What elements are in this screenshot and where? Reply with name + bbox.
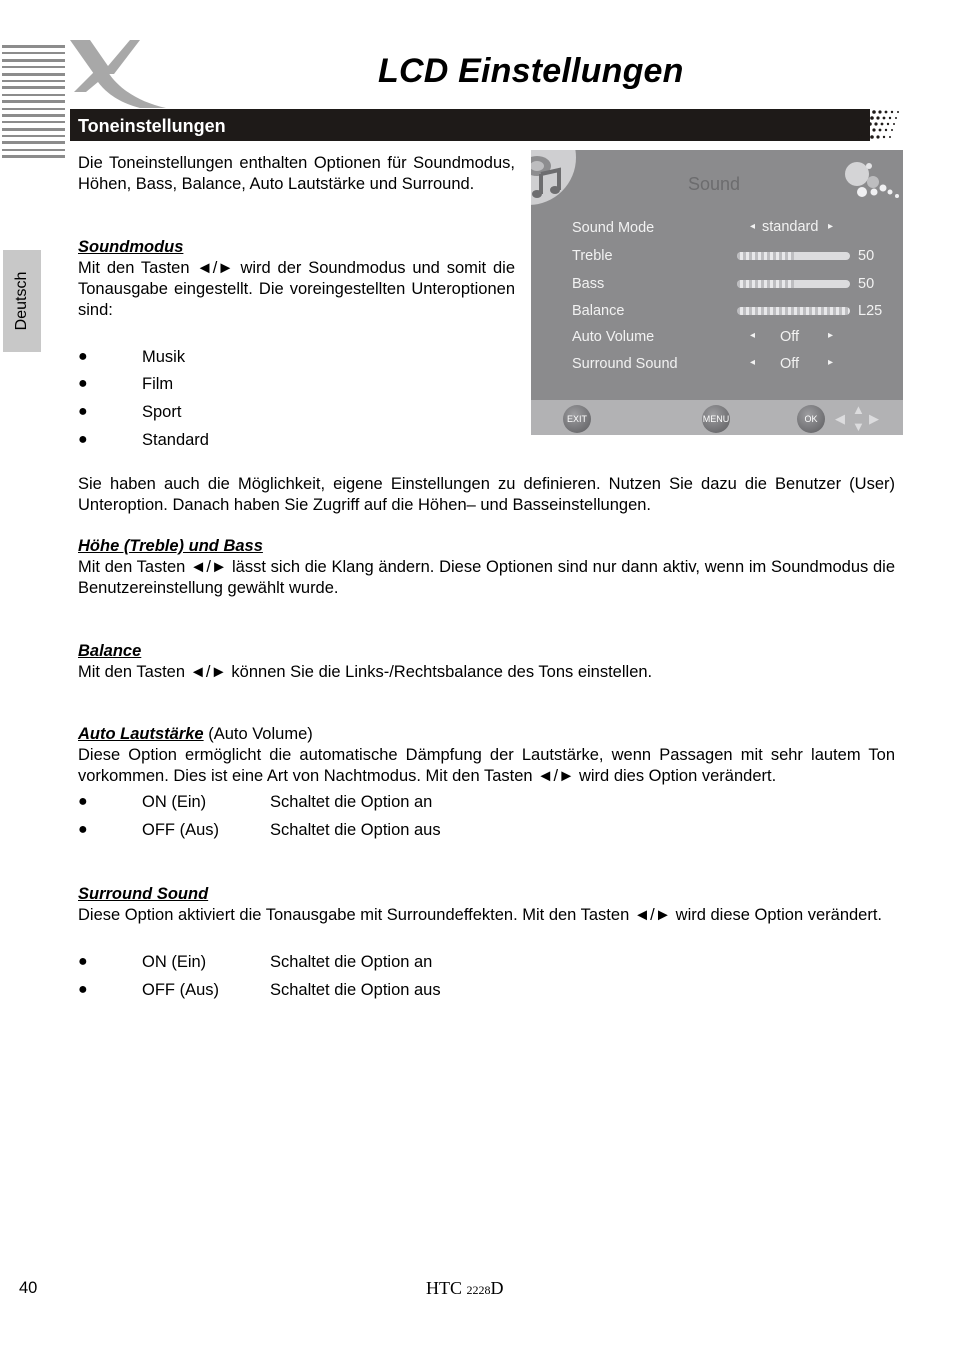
bullet-icon: ● [78, 793, 88, 810]
balance-section: Balance Mit den Tasten ◄/► können Sie di… [78, 641, 895, 683]
osd-row-treble: Treble 50 [572, 248, 875, 264]
osd-row-sound-mode: Sound Mode ◂ standard ▸ [572, 219, 834, 236]
arrow-right-icon: ▸ [828, 221, 834, 232]
balance-text: Mit den Tasten ◄/► können Sie die Links-… [78, 663, 653, 681]
bullet-icon: ● [78, 375, 88, 392]
bullet-icon: ● [78, 403, 88, 420]
language-tab: Deutsch [3, 250, 41, 352]
auto-volume-heading-suffix: (Auto Volume) [203, 725, 313, 743]
treble-bass-section: Höhe (Treble) und Bass Mit den Tasten ◄/… [78, 536, 895, 599]
section-title: Toneinstellungen [78, 116, 226, 136]
arrow-left-icon: ◂ [750, 357, 756, 368]
bass-slider [737, 280, 850, 288]
treble-bass-text: Mit den Tasten ◄/► lässt sich die Klang … [78, 558, 895, 597]
auto-volume-heading: Auto Lautstärke [78, 725, 204, 743]
page-number: 40 [19, 1279, 38, 1297]
page-title: LCD Einstellungen [378, 52, 684, 90]
bullet-icon: ● [78, 431, 88, 448]
treble-slider [737, 252, 850, 260]
language-tab-label: Deutsch [13, 271, 30, 331]
sound-menu-screenshot: Sound Sound Mode ◂ standard ▸ Treble 50 … [531, 150, 903, 435]
auto-volume-text: Diese Option ermöglicht die automatische… [78, 746, 895, 785]
auto-volume-section: Auto Lautstärke (Auto Volume) Diese Opti… [78, 724, 895, 787]
arrow-left-icon: ◂ [750, 330, 756, 341]
osd-row-balance: Balance L25 [572, 303, 883, 319]
surround-text: Diese Option aktiviert die Tonausgabe mi… [78, 906, 883, 924]
user-settings-paragraph: Sie haben auch die Möglichkeit, eigene E… [78, 475, 895, 514]
surround-section: Surround Sound Diese Option aktiviert di… [78, 884, 895, 926]
ok-button-icon: OK [797, 405, 825, 433]
menu-button-icon: MENU [702, 405, 730, 433]
model-name: HTC 2228D [426, 1278, 504, 1298]
exit-button-icon: EXIT [563, 405, 591, 433]
intro-paragraph: Die Toneinstellungen enthalten Optionen … [78, 154, 515, 193]
soundmodus-section: Soundmodus Mit den Tasten ◄/► wird der S… [78, 237, 515, 321]
bullet-icon: ● [78, 821, 88, 838]
arrow-left-icon: ◂ [750, 221, 756, 232]
decorative-stripes [2, 45, 65, 173]
surround-heading: Surround Sound [78, 885, 209, 903]
osd-row-surround: Surround Sound ◂ Off ▸ [572, 356, 834, 372]
balance-slider [737, 307, 850, 315]
soundmodus-text: Mit den Tasten ◄/► wird der Soundmodus u… [78, 259, 515, 319]
osd-row-auto-volume: Auto Volume ◂ Off ▸ [572, 329, 834, 345]
dpad-arrows-icon: ◀ ▲ ▼ ▶ [835, 402, 879, 434]
halftone-decoration [858, 110, 899, 140]
brand-x-logo [70, 40, 166, 108]
speaker-note-icon [531, 156, 561, 198]
arrow-right-icon: ▸ [828, 357, 834, 368]
osd-row-bass: Bass 50 [572, 276, 875, 292]
bullet-icon: ● [78, 981, 88, 998]
section-header-bar: Toneinstellungen [70, 109, 870, 141]
soundmodus-heading: Soundmodus [78, 238, 184, 256]
bubbles-decoration-icon [845, 162, 899, 198]
bullet-icon: ● [78, 348, 88, 365]
balance-heading: Balance [78, 642, 142, 660]
treble-bass-heading: Höhe (Treble) und Bass [78, 537, 263, 555]
osd-title: Sound [688, 174, 741, 194]
arrow-right-icon: ▸ [828, 330, 834, 341]
bullet-icon: ● [78, 953, 88, 970]
